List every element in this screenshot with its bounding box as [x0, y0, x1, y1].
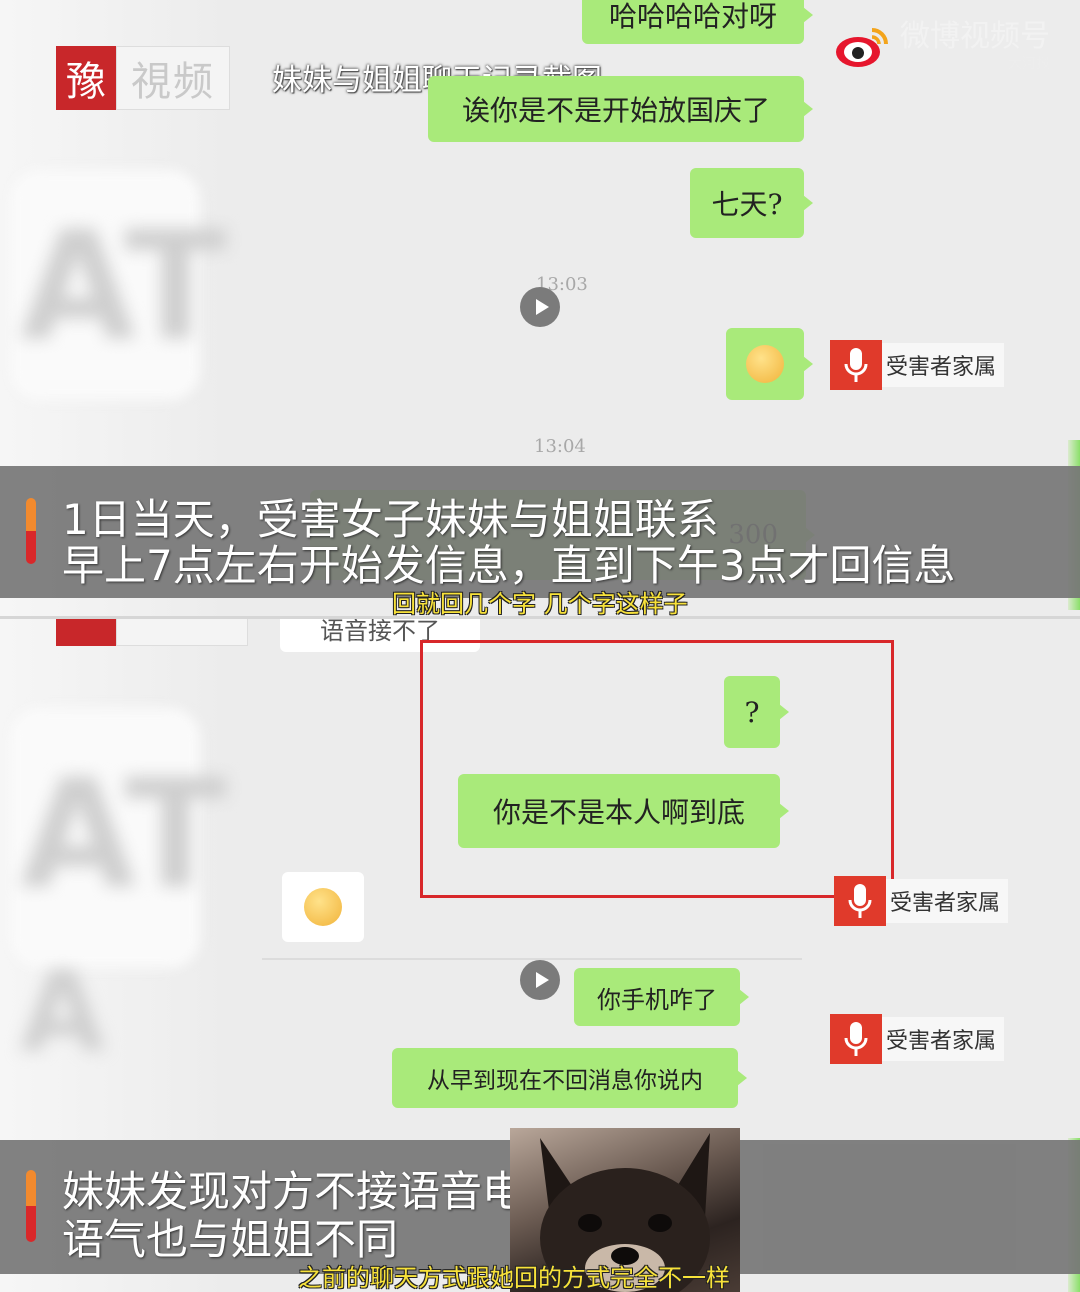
play-button[interactable]: [520, 287, 560, 327]
highlight-box: [420, 640, 894, 898]
logo-mark: 豫: [56, 46, 116, 110]
message-text: ?: [744, 695, 760, 729]
subtitle-accent: [26, 1170, 36, 1242]
mic-badge: 受害者家属: [834, 876, 1009, 926]
timestamp: 13:04: [534, 436, 586, 457]
bottom-video-frame: AT A 语音接不了 ? 你是不是本人啊到底 受害者家属 你手机咋了 受害者家属…: [0, 618, 1080, 1292]
mic-label: 受害者家属: [882, 1017, 1005, 1061]
microphone-icon: [830, 1014, 882, 1064]
weibo-watermark: 微博视频号 大河报: [834, 20, 1050, 73]
laughing-emoji-icon: [304, 888, 342, 926]
message-text: 哈哈哈哈对呀: [608, 0, 777, 33]
yellow-subtitle: 之前的聊天方式跟她回的方式完全不一样: [298, 1264, 730, 1292]
weibo-icon: [834, 24, 890, 70]
logo-text-partial: [116, 618, 248, 646]
play-icon: [535, 972, 549, 988]
weibo-sub: 大河报: [1008, 56, 1050, 72]
logo-text: 視频: [116, 46, 230, 110]
message-text: 七天?: [711, 188, 783, 221]
play-button[interactable]: [520, 960, 560, 1000]
message-text: 你是不是本人啊到底: [492, 796, 745, 829]
blurred-glyph: AT: [20, 200, 227, 374]
emoji-bubble-received: [282, 872, 364, 942]
chat-bubble-sent: 从早到现在不回消息你说内: [392, 1048, 747, 1108]
chat-bubble-sent: 七天?: [690, 168, 813, 238]
chat-bubble-sent: 哈哈哈哈对呀: [582, 0, 813, 44]
mic-label: 受害者家属: [882, 343, 1005, 387]
subtitle-band: 1日当天，受害女子妹妹与姐姐联系 早上7点左右开始发信息，直到下午3点才回信息: [0, 466, 1080, 598]
chat-bubble-sent: ?: [724, 676, 789, 748]
emoji-icon: [746, 345, 784, 383]
message-text: 你手机咋了: [597, 985, 717, 1014]
mic-badge: 受害者家属: [830, 340, 1005, 390]
message-text: 诶你是不是开始放国庆了: [461, 94, 770, 127]
subtitle-accent: [26, 498, 36, 564]
frame-divider: [0, 616, 1080, 619]
channel-logo: 豫 視频: [56, 46, 230, 110]
blurred-glyph: AT: [20, 748, 227, 922]
logo-mark-partial: [56, 618, 116, 646]
microphone-icon: [834, 876, 886, 926]
blurred-glyph: A: [20, 948, 106, 1076]
mic-label: 受害者家属: [886, 879, 1009, 923]
mic-badge: 受害者家属: [830, 1014, 1005, 1064]
divider: [262, 958, 802, 960]
top-video-frame: AT 豫 視频 妹妹与姐姐聊天记录截图 微博视频号 大河报 哈哈哈哈对呀 诶你是…: [0, 0, 1080, 618]
chat-bubble-sent: 诶你是不是开始放国庆了: [428, 76, 813, 142]
chat-bubble-sent: 你是不是本人啊到底: [458, 774, 789, 848]
weibo-name: 微博视频号: [900, 19, 1050, 54]
yellow-subtitle: 回就回几个字 几个字这样子: [392, 590, 688, 618]
emoji-bubble: [726, 328, 813, 400]
message-text: 从早到现在不回消息你说内: [427, 1068, 703, 1094]
microphone-icon: [830, 340, 882, 390]
play-icon: [535, 299, 549, 315]
chat-bubble-sent: 你手机咋了: [574, 968, 749, 1026]
